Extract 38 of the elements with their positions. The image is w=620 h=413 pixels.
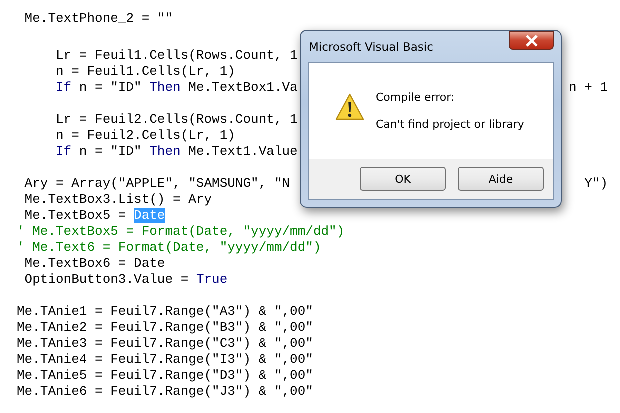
code-text: OptionButton3.Value =: [24, 272, 190, 287]
code-text: n = "ID": [78, 80, 143, 95]
keyword: Then: [150, 80, 181, 95]
code-text: n = Feuil2.Cells(Lr, 1): [55, 128, 236, 143]
error-message: Can't find project or library: [376, 118, 524, 131]
code-text: Me.TAnie4 = Feuil7.Range("I3") & ",00": [17, 352, 314, 367]
code-text: Me.TAnie3 = Feuil7.Range("C3") & ",00": [17, 336, 314, 351]
code-comment: ' Me.TextBox5 = Format(Date, "yyyy/mm/dd"): [17, 224, 345, 239]
selected-text: Date: [134, 208, 166, 223]
keyword: If: [55, 144, 72, 159]
code-text: Me.TextBox1.Va: [188, 80, 298, 95]
code-text: Me.TAnie1 = Feuil7.Range("A3") & ",00": [17, 304, 314, 319]
code-text: Me.Text1.Value: [188, 144, 298, 159]
code-text: Me.TAnie2 = Feuil7.Range("B3") & ",00": [17, 320, 314, 335]
close-button[interactable]: [509, 31, 554, 50]
code-text: Me.TextBox5 =: [24, 208, 128, 223]
error-heading: Compile error:: [376, 91, 456, 104]
code-text: Y"): [584, 176, 608, 192]
code-text: Me.TextPhone_2 = "": [24, 11, 174, 26]
keyword: True: [196, 272, 228, 287]
keyword: If: [55, 80, 72, 95]
code-text: n = Feuil1.Cells(Lr, 1): [55, 64, 236, 79]
code-text: Lr = Feuil1.Cells(Rows.Count, 1: [55, 48, 298, 63]
code-text: Me.TAnie6 = Feuil7.Range("J3") & ",00": [17, 384, 314, 399]
dialog-button[interactable]: OK: [360, 167, 446, 191]
code-text: n + 1: [568, 80, 608, 96]
warning-icon: [335, 93, 365, 121]
dialog-title: Microsoft Visual Basic: [309, 40, 434, 54]
code-text: Me.TextBox3.List() = Ary: [24, 192, 212, 207]
close-icon: [524, 34, 538, 46]
code-text: Ary = Array("APPLE", "SAMSUNG", "N: [24, 176, 290, 191]
keyword: Then: [150, 144, 181, 159]
dialog-button[interactable]: Aide: [458, 167, 544, 191]
code-text: Me.TAnie5 = Feuil7.Range("D3") & ",00": [17, 368, 314, 383]
code-text: n = "ID": [78, 144, 143, 159]
code-text: Me.TextBox6 = Date: [24, 256, 166, 271]
code-comment: ' Me.Text6 = Format(Date, "yyyy/mm/dd"): [17, 240, 322, 255]
code-text: Lr = Feuil2.Cells(Rows.Count, 1: [55, 112, 298, 127]
